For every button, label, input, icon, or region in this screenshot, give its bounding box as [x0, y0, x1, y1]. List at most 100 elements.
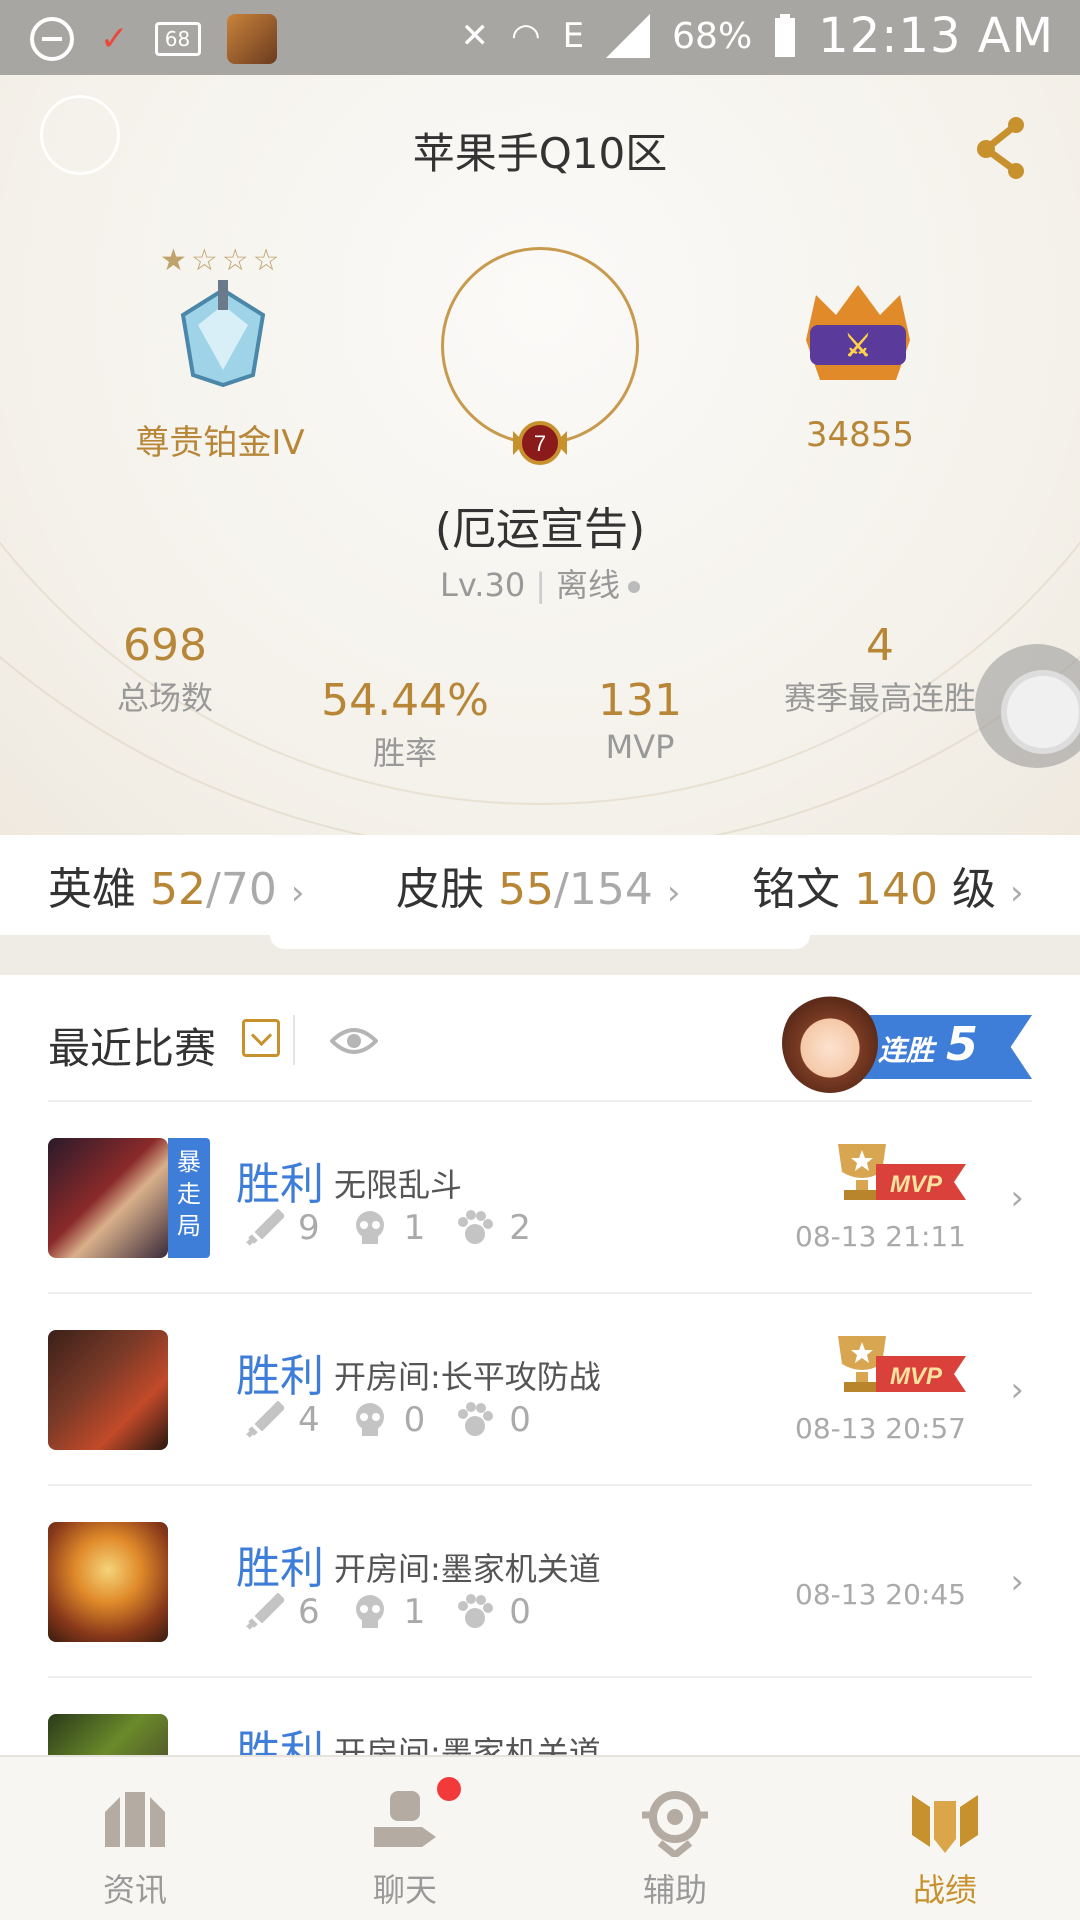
chevron-right-icon: › — [1010, 1562, 1024, 1602]
wifi-icon: ◠ — [510, 16, 541, 56]
do-not-disturb-icon — [30, 17, 74, 61]
kills: 4 — [298, 1400, 320, 1440]
sword-icon — [246, 1592, 284, 1630]
skins-collection[interactable]: 皮肤 55/154 › — [396, 853, 680, 917]
match-mode: 开房间:长平攻防战 — [334, 1358, 601, 1396]
player-level: Lv.30 — [440, 566, 526, 604]
skull-icon — [355, 1403, 384, 1436]
match-result: 胜利 — [236, 1543, 324, 1594]
skins-owned: 55 — [498, 864, 554, 915]
chevron-right-icon: › — [666, 873, 681, 913]
deaths: 1 — [403, 1592, 426, 1632]
list-divider — [48, 1484, 1032, 1486]
kills: 6 — [298, 1592, 320, 1632]
player-name: (厄运宣告) — [434, 504, 646, 555]
stat-max-streak[interactable]: 4 赛季最高连胜 — [770, 620, 990, 719]
inscription-collection[interactable]: 铭文 140 级 › — [752, 853, 1024, 917]
heroes-total: /70 — [206, 864, 277, 915]
stat-value: 4 — [866, 620, 894, 671]
hero-avatar — [48, 1714, 168, 1755]
nav-tab-chat[interactable]: 聊天 — [270, 1757, 540, 1920]
win-streak-badge: 连胜 5 — [782, 993, 1032, 1093]
hero-avatar — [48, 1138, 168, 1258]
player-level-status: Lv.30 | 离线 — [0, 560, 1080, 606]
chat-icon — [374, 1791, 436, 1847]
mvp-trophy-icon: MVP — [838, 1336, 966, 1392]
match-row[interactable]: 胜利 开房间:墨家机关道 6 1 0 08-13 20:45 › — [48, 1522, 1032, 1712]
match-time: 08-13 20:45 — [795, 1578, 966, 1611]
eye-icon[interactable] — [330, 1023, 378, 1059]
chevron-right-icon: › — [1010, 1178, 1024, 1218]
nav-label: 资讯 — [102, 1871, 167, 1909]
network-type-icon: E — [562, 16, 585, 56]
stat-label: 总场数 — [116, 679, 213, 717]
chevron-right-icon: › — [290, 873, 305, 913]
skins-total: /154 — [554, 864, 653, 915]
stat-win-rate[interactable]: 54.44% 胜率 — [300, 675, 510, 774]
bottom-nav: 资讯 聊天 辅助 战绩 — [0, 1755, 1080, 1920]
stat-label: 胜率 — [372, 734, 437, 772]
streak-character-icon — [782, 993, 878, 1093]
hero-avatar — [48, 1330, 168, 1450]
record-icon — [912, 1795, 978, 1853]
svg-text:MVP: MVP — [890, 1171, 943, 1198]
nav-label: 战绩 — [912, 1871, 977, 1909]
level-badge: 7 — [513, 421, 567, 465]
match-result: 胜利 — [236, 1351, 324, 1402]
deaths: 1 — [403, 1208, 426, 1248]
stat-label: MVP — [605, 728, 675, 766]
svg-text:7: 7 — [534, 431, 546, 456]
streak-count: 5 — [946, 1017, 979, 1071]
status-bar: ✓ 68 ✕ ◠ E 68% 12:13 AM — [0, 0, 1080, 75]
filter-dropdown-icon[interactable] — [242, 1019, 280, 1057]
recent-matches: 最近比赛 连胜 5 暴走局 胜利 无限乱斗 9 1 2 MVP 08-13 21… — [0, 975, 1080, 1755]
sword-icon — [246, 1208, 284, 1246]
assists: 2 — [509, 1208, 531, 1248]
nav-tab-news[interactable]: 资讯 — [0, 1757, 270, 1920]
deaths: 0 — [403, 1400, 426, 1440]
match-row[interactable]: 胜利 开房间:墨家机关道 — [48, 1714, 1032, 1755]
inscription-label: 铭文 — [752, 864, 840, 915]
recent-matches-title: 最近比赛 — [48, 1024, 217, 1073]
share-icon[interactable] — [972, 113, 1032, 183]
match-time: 08-13 21:11 — [795, 1220, 966, 1253]
heroes-label: 英雄 — [48, 864, 136, 915]
match-result: 胜利 — [236, 1727, 324, 1755]
news-icon — [105, 1792, 165, 1847]
kills: 9 — [298, 1208, 320, 1248]
stat-value: 54.44% — [321, 675, 489, 726]
clock: 12:13 AM — [818, 8, 1054, 64]
match-kda: 9 1 2 — [244, 1208, 531, 1248]
app-notification-icon: ✓ — [100, 19, 129, 59]
list-divider — [48, 1292, 1032, 1294]
list-divider — [48, 1100, 1032, 1102]
match-kda: 4 0 0 — [244, 1400, 531, 1440]
divider-notch — [270, 935, 810, 949]
match-kda: 6 1 0 — [244, 1592, 531, 1632]
skull-icon — [355, 1211, 384, 1244]
chat-unread-badge — [437, 1777, 461, 1801]
battery-icon — [775, 14, 796, 57]
mute-icon: ✕ — [460, 16, 489, 56]
stat-mvp[interactable]: 131 MVP — [570, 675, 710, 766]
svg-text:MVP: MVP — [890, 1363, 943, 1390]
heroes-collection[interactable]: 英雄 52/70 › — [48, 853, 304, 917]
match-row[interactable]: 胜利 开房间:长平攻防战 4 0 0 MVP 08-13 20:57 › — [48, 1330, 1032, 1520]
nav-tab-record[interactable]: 战绩 — [810, 1757, 1080, 1920]
list-divider — [48, 1676, 1032, 1678]
rank-stars: ★☆☆☆ — [160, 243, 284, 278]
stat-value: 131 — [598, 675, 682, 726]
online-status: 离线 — [555, 566, 620, 604]
match-mode: 开房间:墨家机关道 — [334, 1550, 601, 1588]
profile-header: 苹果手Q10区 ★☆☆☆ 尊贵铂金IV 7 (厄运宣告) Lv.30 | 离线 ⚔ … — [0, 75, 1080, 835]
level-separator: | — [535, 566, 546, 604]
streak-banner: 连胜 5 — [854, 1015, 1032, 1079]
header-separator — [293, 1015, 295, 1065]
match-row[interactable]: 暴走局 胜利 无限乱斗 9 1 2 MVP 08-13 21:11 › — [48, 1138, 1032, 1328]
match-mode: 无限乱斗 — [334, 1166, 463, 1204]
stat-total-games[interactable]: 698 总场数 — [95, 620, 235, 719]
nav-tab-assist[interactable]: 辅助 — [540, 1757, 810, 1920]
game-app-icon — [226, 14, 277, 64]
battery-percent: 68% — [672, 15, 753, 57]
rank-platinum-icon — [180, 280, 266, 388]
